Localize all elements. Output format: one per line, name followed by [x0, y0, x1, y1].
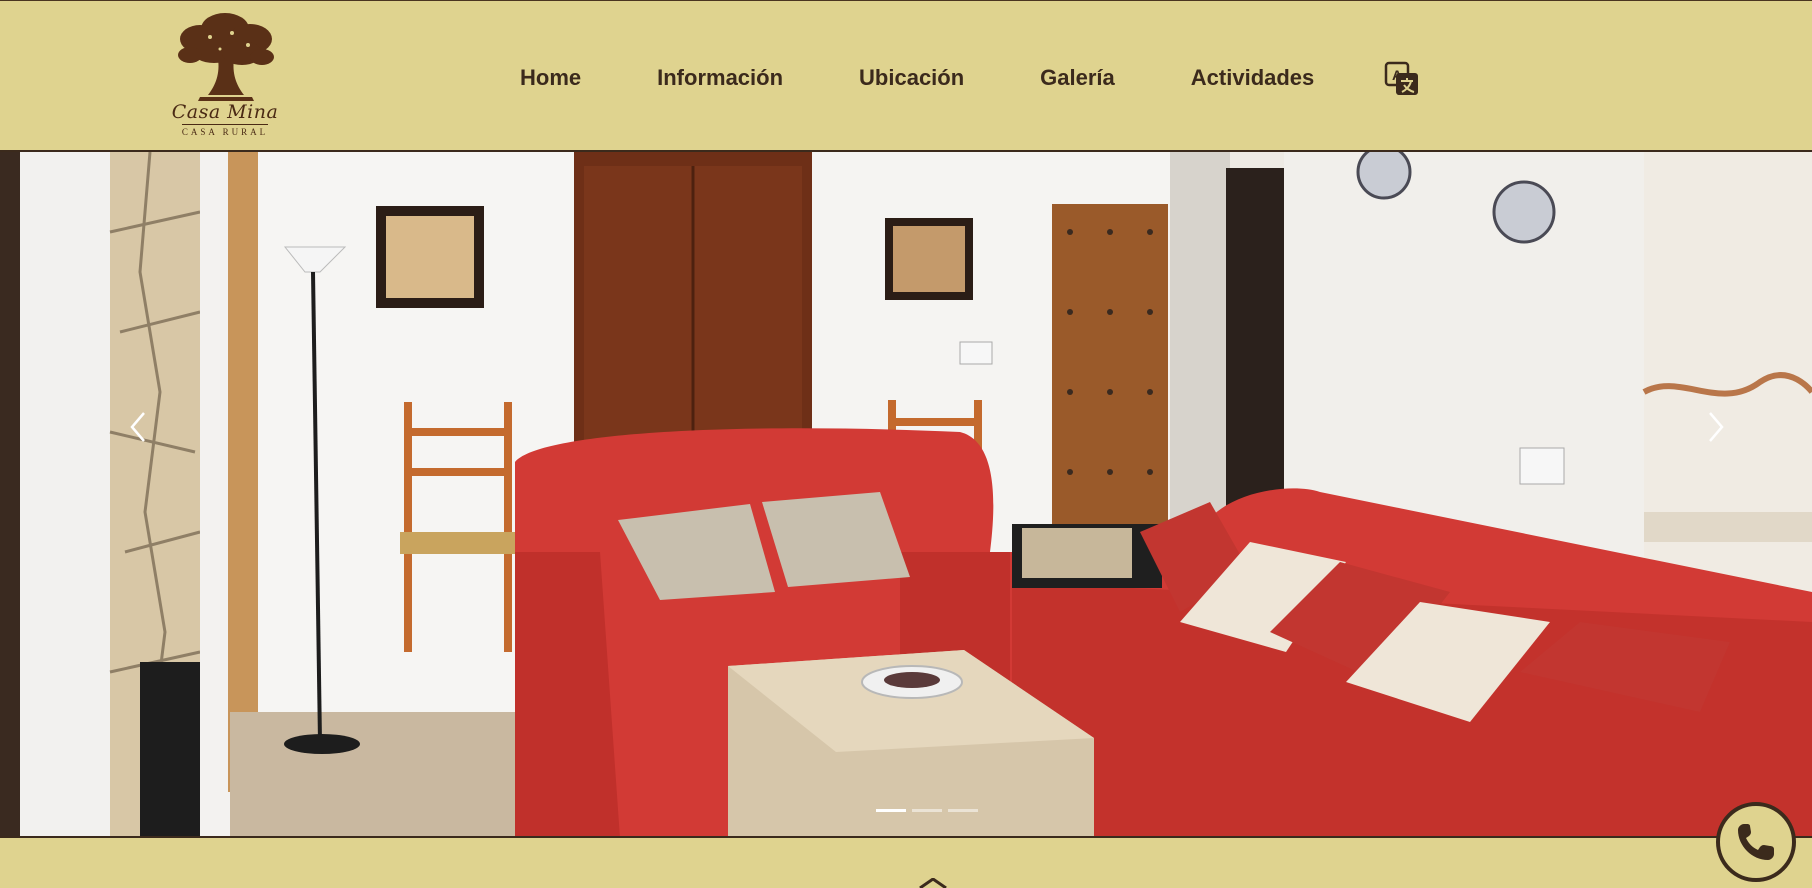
chevron-left-icon: [130, 412, 145, 442]
nav-home[interactable]: Home: [520, 65, 581, 91]
brand-subtitle: CASA RURAL: [181, 124, 269, 137]
brand-name: Casa Mina: [171, 101, 279, 123]
section-band: [0, 838, 1812, 888]
translate-button[interactable]: A: [1384, 61, 1420, 97]
chevron-right-icon: [1709, 412, 1724, 442]
nav-galeria[interactable]: Galería: [1040, 65, 1115, 91]
translate-icon: A: [1385, 61, 1419, 95]
nav-ubicacion[interactable]: Ubicación: [859, 65, 964, 91]
nav-actividades[interactable]: Actividades: [1191, 65, 1315, 91]
carousel-indicator-2[interactable]: [912, 809, 942, 812]
call-button[interactable]: [1716, 802, 1796, 882]
nav-informacion[interactable]: Información: [657, 65, 783, 91]
tree-icon: [178, 13, 274, 101]
carousel-indicator-1[interactable]: [876, 809, 906, 812]
carousel-next-button[interactable]: [1696, 397, 1736, 457]
logo-link[interactable]: Casa Mina CASA RURAL: [160, 11, 290, 141]
home-icon: [919, 878, 947, 888]
carousel-indicator-3[interactable]: [948, 809, 978, 812]
phone-icon: [1738, 824, 1774, 860]
carousel-prev-button[interactable]: [118, 397, 158, 457]
main-nav: Home Información Ubicación Galería Activ…: [520, 59, 1420, 97]
living-room-photo: [0, 152, 1812, 836]
site-header: Casa Mina CASA RURAL Home Información Ub…: [0, 0, 1812, 152]
hero-carousel: [0, 152, 1812, 838]
carousel-indicators: [876, 809, 978, 812]
